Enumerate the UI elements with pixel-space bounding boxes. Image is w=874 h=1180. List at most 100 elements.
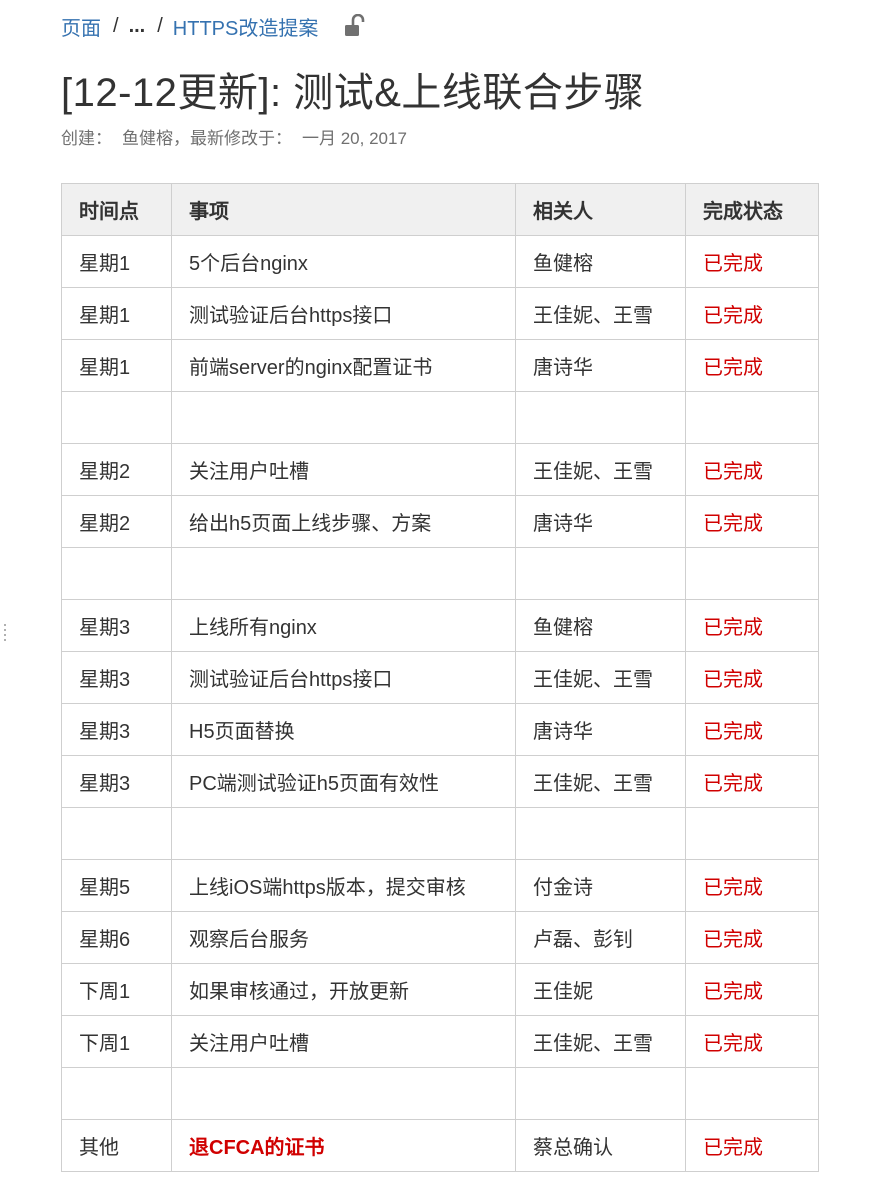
cell-status: 已完成: [685, 963, 819, 1016]
cell-item: [171, 1067, 516, 1120]
modified-date-link[interactable]: 一月 20, 2017: [302, 129, 407, 148]
breadcrumb-separator: /: [113, 14, 119, 37]
cell-status: 已完成: [685, 287, 819, 340]
cell-people: 王佳妮、王雪: [515, 287, 686, 340]
cell-people: 王佳妮、王雪: [515, 1015, 686, 1068]
cell-status: 已完成: [685, 1119, 819, 1172]
cell-time: 星期2: [61, 443, 172, 496]
breadcrumb-ellipsis[interactable]: ...: [129, 15, 146, 38]
sidebar-resize-handle[interactable]: [4, 624, 7, 641]
cell-item: 上线所有nginx: [171, 599, 516, 652]
cell-time: 星期2: [61, 495, 172, 548]
cell-people: [515, 547, 686, 600]
cell-item: 测试验证后台https接口: [171, 651, 516, 704]
cell-time: 星期5: [61, 859, 172, 912]
cell-people: [515, 807, 686, 860]
cell-status: [685, 807, 819, 860]
unlock-icon[interactable]: [344, 13, 366, 38]
breadcrumb-link-parent[interactable]: HTTPS改造提案: [173, 12, 319, 41]
cell-time: 下周1: [61, 1015, 172, 1068]
cell-people: 鱼健榕: [515, 235, 686, 288]
cell-item: 测试验证后台https接口: [171, 287, 516, 340]
cell-item: 观察后台服务: [171, 911, 516, 964]
cell-people: 王佳妮、王雪: [515, 755, 686, 808]
cell-time: 星期6: [61, 911, 172, 964]
cell-time: 星期1: [61, 287, 172, 340]
table-row: 星期3 H5页面替换 唐诗华 已完成: [61, 703, 819, 756]
cell-people: [515, 1067, 686, 1120]
cell-status: [685, 391, 819, 444]
cell-status: 已完成: [685, 755, 819, 808]
cell-time: 星期1: [61, 339, 172, 392]
table-row: 星期6 观察后台服务 卢磊、彭钊 已完成: [61, 911, 819, 964]
table-row: 星期1 前端server的nginx配置证书 唐诗华 已完成: [61, 339, 819, 392]
table-row: 其他 退CFCA的证书 蔡总确认 已完成: [61, 1119, 819, 1172]
cell-people: 卢磊、彭钊: [515, 911, 686, 964]
cell-people: 王佳妮、王雪: [515, 443, 686, 496]
table-row: 星期3 PC端测试验证h5页面有效性 王佳妮、王雪 已完成: [61, 755, 819, 808]
cell-item: [171, 391, 516, 444]
cell-item: 前端server的nginx配置证书: [171, 339, 516, 392]
table-row-empty: [61, 807, 819, 860]
cell-item: [171, 547, 516, 600]
cell-status: 已完成: [685, 235, 819, 288]
cell-status: 已完成: [685, 1015, 819, 1068]
cell-item: 5个后台nginx: [171, 235, 516, 288]
header-item: 事项: [171, 183, 516, 236]
cell-time: 星期3: [61, 755, 172, 808]
header-status: 完成状态: [685, 183, 819, 236]
table-row: 星期3 测试验证后台https接口 王佳妮、王雪 已完成: [61, 651, 819, 704]
cell-item: H5页面替换: [171, 703, 516, 756]
cell-time: 其他: [61, 1119, 172, 1172]
header-time: 时间点: [61, 183, 172, 236]
cell-status: 已完成: [685, 495, 819, 548]
cell-people: [515, 391, 686, 444]
cell-status: 已完成: [685, 651, 819, 704]
breadcrumb-separator: /: [157, 14, 163, 37]
table-row: 下周1 关注用户吐槽 王佳妮、王雪 已完成: [61, 1015, 819, 1068]
cell-item-highlighted: 退CFCA的证书: [171, 1119, 516, 1172]
cell-item: 上线iOS端https版本，提交审核: [171, 859, 516, 912]
header-people: 相关人: [515, 183, 686, 236]
cell-time: [61, 1067, 172, 1120]
cell-people: 王佳妮、王雪: [515, 651, 686, 704]
cell-time: 星期3: [61, 651, 172, 704]
cell-item: PC端测试验证h5页面有效性: [171, 755, 516, 808]
cell-item: [171, 807, 516, 860]
table-row: 下周1 如果审核通过，开放更新 王佳妮 已完成: [61, 963, 819, 1016]
cell-status: 已完成: [685, 339, 819, 392]
table-row-empty: [61, 391, 819, 444]
cell-status: [685, 1067, 819, 1120]
table-row-empty: [61, 547, 819, 600]
cell-item: 给出h5页面上线步骤、方案: [171, 495, 516, 548]
cell-time: [61, 547, 172, 600]
modified-label: 最新修改于：: [190, 129, 292, 148]
cell-time: 下周1: [61, 963, 172, 1016]
created-label: 创建：: [61, 129, 112, 148]
table-row: 星期2 给出h5页面上线步骤、方案 唐诗华 已完成: [61, 495, 819, 548]
cell-people: 付金诗: [515, 859, 686, 912]
cell-time: 星期1: [61, 235, 172, 288]
cell-people: 唐诗华: [515, 703, 686, 756]
cell-people: 唐诗华: [515, 495, 686, 548]
table-row: 星期1 5个后台nginx 鱼健榕 已完成: [61, 235, 819, 288]
author-link[interactable]: 鱼健榕，: [122, 129, 190, 148]
page-metadata: 创建： 鱼健榕，最新修改于： 一月 20, 2017: [61, 124, 407, 149]
cell-people: 鱼健榕: [515, 599, 686, 652]
cell-time: [61, 391, 172, 444]
cell-item: 关注用户吐槽: [171, 1015, 516, 1068]
cell-status: [685, 547, 819, 600]
cell-status: 已完成: [685, 443, 819, 496]
table-row: 星期3 上线所有nginx 鱼健榕 已完成: [61, 599, 819, 652]
table-row-empty: [61, 1067, 819, 1120]
cell-item: 如果审核通过，开放更新: [171, 963, 516, 1016]
breadcrumb-link-pages[interactable]: 页面: [61, 12, 101, 41]
cell-time: [61, 807, 172, 860]
cell-status: 已完成: [685, 599, 819, 652]
table-row: 星期1 测试验证后台https接口 王佳妮、王雪 已完成: [61, 287, 819, 340]
cell-time: 星期3: [61, 599, 172, 652]
cell-status: 已完成: [685, 911, 819, 964]
cell-status: 已完成: [685, 703, 819, 756]
schedule-table: 时间点 事项 相关人 完成状态 星期1 5个后台nginx 鱼健榕 已完成 星期…: [61, 183, 819, 1172]
breadcrumb: 页面 / ... / HTTPS改造提案: [61, 12, 366, 41]
